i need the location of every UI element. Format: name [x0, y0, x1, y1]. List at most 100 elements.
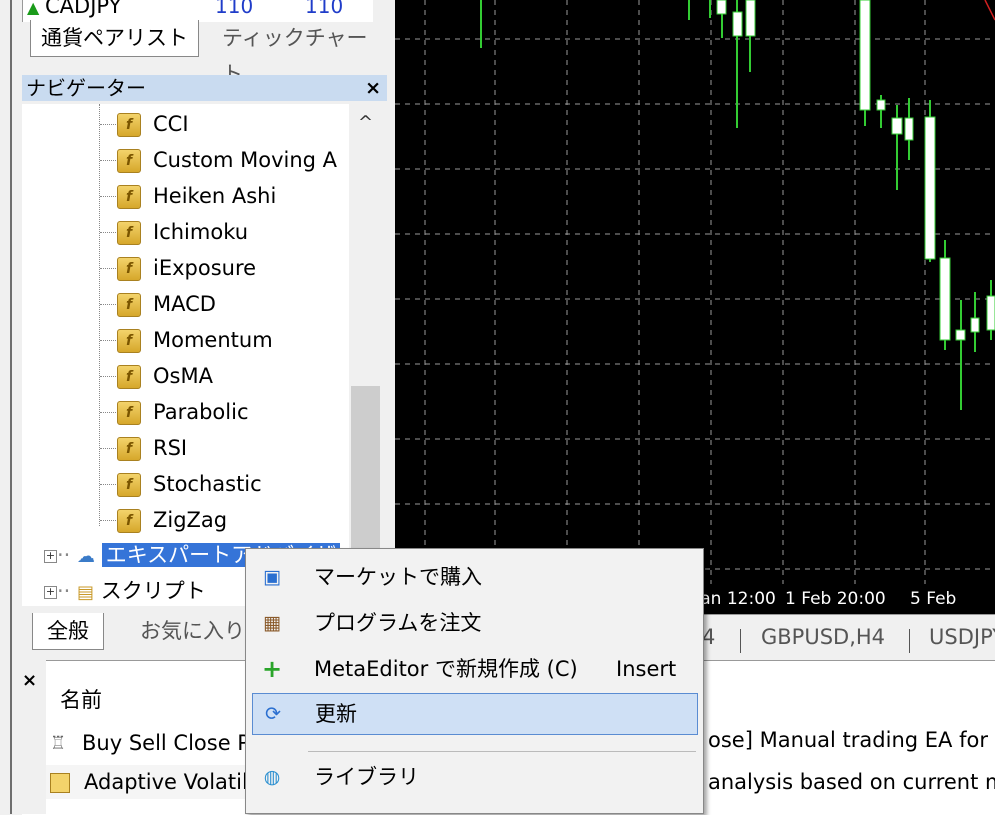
navigator-tree: f CCI f Custom Moving A f Heiken Ashi f Ichi…	[22, 104, 382, 606]
tree-scrollbar[interactable]: ^	[349, 104, 382, 606]
bid-value: 110	[215, 0, 254, 18]
indicator-icon: f	[117, 401, 141, 425]
indicator-icon: f	[117, 293, 141, 317]
menu-item-refresh[interactable]: ⟳ 更新	[252, 693, 698, 735]
experts-icon: ☁	[77, 546, 96, 567]
tree-item-parabolic[interactable]: f Parabolic	[117, 395, 248, 429]
tab-general[interactable]: 全般	[32, 613, 104, 650]
plus-icon: +	[261, 655, 283, 683]
indicator-icon: f	[117, 509, 141, 533]
menu-item-label: 更新	[315, 702, 357, 726]
indicator-icon: f	[117, 257, 141, 281]
tree-branch	[100, 232, 118, 233]
tree-item-zigzag[interactable]: f ZigZag	[117, 503, 227, 537]
tree-item-rsi[interactable]: f RSI	[117, 431, 187, 465]
tree-item-ichimoku[interactable]: f Ichimoku	[117, 215, 248, 249]
indicator-icon: f	[117, 473, 141, 497]
tree-item-momentum[interactable]: f Momentum	[117, 323, 273, 357]
menu-item-library[interactable]: ◍ ライブラリ	[252, 757, 696, 797]
tree-branch	[100, 484, 118, 485]
tab-tick-chart[interactable]: ティックチャート	[212, 20, 390, 86]
market-icon: ▣	[263, 566, 281, 588]
tab-chart-gbpusd[interactable]: GBPUSD,H4	[761, 625, 885, 649]
column-header-name[interactable]: 名前	[60, 684, 102, 714]
up-arrow-icon: ▲	[27, 0, 40, 17]
tree-branch	[100, 448, 118, 449]
tree-item-label: Ichimoku	[153, 220, 249, 244]
tree-item-label: OsMA	[153, 364, 213, 388]
briefcase-icon: ▦	[263, 612, 281, 634]
market-watch-row[interactable]: ▲ CADJPY 110 110 ⌄	[22, 0, 383, 22]
expand-icon[interactable]: +	[44, 585, 57, 599]
menu-shortcut: Insert	[616, 657, 677, 681]
tree-item-iexposure[interactable]: f iExposure	[117, 251, 256, 285]
tree-item-label: Momentum	[153, 328, 273, 352]
tree-item-stochastic[interactable]: f Stochastic	[117, 467, 262, 501]
tree-item-macd[interactable]: f MACD	[117, 287, 216, 321]
tab-chart[interactable]: 4	[702, 625, 715, 649]
indicator-icon: f	[117, 437, 141, 461]
close-icon[interactable]: ×	[22, 670, 37, 691]
scroll-icon: ▤	[77, 582, 95, 603]
navigator-header: ナビゲーター ×	[22, 75, 387, 101]
indicator-icon: f	[117, 221, 141, 245]
list-item-description: analysis based on current m	[708, 770, 995, 794]
tab-chart-usdjpy[interactable]: USDJPY	[929, 625, 995, 649]
tree-branch	[100, 340, 118, 341]
tree-branch	[100, 412, 118, 413]
menu-item-order-program[interactable]: ▦ プログラムを注文	[252, 603, 696, 643]
chevron-up-icon[interactable]: ^	[349, 112, 382, 133]
indicator-icon: f	[117, 113, 141, 137]
chart-canvas	[395, 0, 995, 584]
globe-icon: ◍	[263, 766, 281, 788]
expert-icon: ♖	[50, 733, 67, 754]
tree-line	[99, 104, 100, 526]
tab-divider	[740, 629, 741, 653]
close-icon[interactable]: ×	[365, 75, 381, 101]
list-item-name: Buy Sell Close Pro	[82, 731, 271, 755]
menu-separator	[308, 751, 696, 752]
menu-item-buy-market[interactable]: ▣ マーケットで購入	[252, 557, 696, 597]
tree-group-label: スクリプト	[100, 579, 206, 603]
tree-item-label: Parabolic	[153, 400, 249, 424]
symbol: CADJPY	[45, 0, 122, 18]
menu-item-label: プログラムを注文	[314, 611, 482, 635]
tree-item-label: iExposure	[153, 256, 257, 280]
tab-divider	[909, 629, 910, 653]
tree-item-custom-moving-average[interactable]: f Custom Moving A	[117, 143, 337, 177]
tab-currency-pairs[interactable]: 通貨ペアリスト	[30, 20, 199, 57]
tree-item-heiken-ashi[interactable]: f Heiken Ashi	[117, 179, 276, 213]
price-chart[interactable]	[395, 0, 995, 614]
tree-group-scripts[interactable]: +·· ▤ スクリプト	[44, 576, 206, 606]
window-border	[10, 0, 12, 814]
menu-item-label: MetaEditor で新規作成 (C)	[314, 657, 578, 681]
tree-item-label: RSI	[153, 436, 188, 460]
list-item-description: ose] Manual trading EA for t	[708, 728, 995, 752]
expand-icon[interactable]: +	[44, 549, 57, 563]
menu-item-new-metaeditor[interactable]: + MetaEditor で新規作成 (C) Insert	[252, 649, 696, 689]
chart-grid	[395, 0, 995, 584]
tree-item-osma[interactable]: f OsMA	[117, 359, 213, 393]
indicator-icon	[50, 773, 70, 793]
indicator-icon: f	[117, 149, 141, 173]
indicator-icon: f	[117, 329, 141, 353]
tree-item-label: Stochastic	[153, 472, 262, 496]
tree-branch	[100, 160, 118, 161]
tree-branch	[100, 376, 118, 377]
tree-item-label: MACD	[153, 292, 216, 316]
tree-item-cci[interactable]: f CCI	[117, 107, 189, 141]
tree-item-label: CCI	[153, 112, 189, 136]
list-item[interactable]: ♖ Buy Sell Close Pro	[50, 726, 271, 760]
tree-item-label: Custom Moving A	[153, 148, 338, 172]
tree-branch	[100, 268, 118, 269]
tree-item-label: ZigZag	[153, 508, 228, 532]
indicator-icon: f	[117, 185, 141, 209]
tree-item-label: Heiken Ashi	[153, 184, 277, 208]
tree-branch	[100, 520, 118, 521]
tab-favorites[interactable]: お気に入り	[134, 613, 251, 649]
scroll-down-icon[interactable]: ⌄	[373, 0, 383, 22]
menu-item-label: マーケットで購入	[314, 565, 482, 589]
menu-item-label: ライブラリ	[314, 765, 419, 789]
ask-value: 110	[305, 0, 344, 18]
tree-branch	[100, 304, 118, 305]
